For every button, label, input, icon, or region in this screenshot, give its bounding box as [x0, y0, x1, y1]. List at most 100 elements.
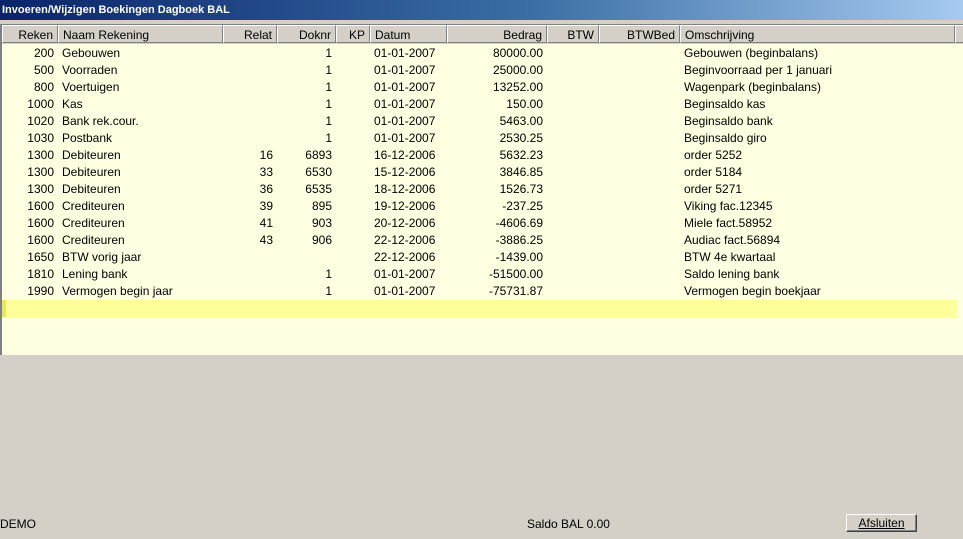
cell-btwbed[interactable] [599, 232, 680, 249]
cell-btwbed[interactable] [599, 130, 680, 147]
cell-bedrag[interactable]: 1526.73 [447, 181, 547, 198]
cell-omschrijving[interactable]: order 5271 [680, 181, 955, 198]
table-row[interactable]: 800 Voertuigen 1 01-01-2007 13252.00 Wagenpar… [2, 79, 963, 96]
cell-reken[interactable]: 1000 [2, 96, 58, 113]
cell-bedrag[interactable]: 25000.00 [447, 62, 547, 79]
cell-doknr[interactable]: 1 [277, 45, 336, 62]
cell-relat[interactable]: 36 [223, 181, 277, 198]
cell-btwbed[interactable] [599, 283, 680, 300]
cell-btwbed[interactable] [599, 79, 680, 96]
cell-kp[interactable] [336, 96, 370, 113]
cell-kp[interactable] [336, 62, 370, 79]
table-row[interactable]: 1600 Crediteuren 39 895 19-12-2006 -237.25 Vik… [2, 198, 963, 215]
cell-kp[interactable] [336, 283, 370, 300]
cell-datum[interactable]: 20-12-2006 [370, 215, 447, 232]
cell-naam-rekening[interactable]: BTW vorig jaar [58, 249, 223, 266]
table-row[interactable]: 500 Voorraden 1 01-01-2007 25000.00 Beginvoor… [2, 62, 963, 79]
cell-bedrag[interactable]: -75731.87 [447, 283, 547, 300]
cell-btw[interactable] [547, 181, 599, 198]
cell-datum[interactable]: 01-01-2007 [370, 45, 447, 62]
cell-reken[interactable]: 200 [2, 45, 58, 62]
cell-relat[interactable]: 33 [223, 164, 277, 181]
bookings-grid[interactable]: Reken Naam Rekening Relat Doknr KP Datum Bedra… [0, 24, 963, 355]
cell-btwbed[interactable] [599, 62, 680, 79]
cell-kp[interactable] [336, 249, 370, 266]
table-row[interactable]: 1300 Debiteuren 33 6530 15-12-2006 3846.85 ord… [2, 164, 963, 181]
cell-btw[interactable] [547, 164, 599, 181]
cell-reken[interactable]: 1600 [2, 232, 58, 249]
cell-btwbed[interactable] [599, 249, 680, 266]
table-row[interactable]: 1990 Vermogen begin jaar 1 01-01-2007 -75731… [2, 283, 963, 300]
cell-omschrijving[interactable]: order 5252 [680, 147, 955, 164]
cell-relat[interactable] [223, 249, 277, 266]
cell-kp[interactable] [336, 181, 370, 198]
cell-doknr[interactable]: 6530 [277, 164, 336, 181]
cell-doknr[interactable] [277, 249, 336, 266]
cell-doknr[interactable]: 6535 [277, 181, 336, 198]
cell-btw[interactable] [547, 266, 599, 283]
cell-relat[interactable]: 39 [223, 198, 277, 215]
cell-doknr[interactable]: 1 [277, 79, 336, 96]
cell-btwbed[interactable] [599, 164, 680, 181]
cell-btw[interactable] [547, 249, 599, 266]
cell-relat[interactable]: 16 [223, 147, 277, 164]
table-row[interactable]: 1810 Lening bank 1 01-01-2007 -51500.00 Saldo… [2, 266, 963, 283]
cell-relat[interactable] [223, 79, 277, 96]
cell-btw[interactable] [547, 147, 599, 164]
cell-btw[interactable] [547, 79, 599, 96]
cell-relat[interactable] [223, 266, 277, 283]
cell-relat[interactable]: 41 [223, 215, 277, 232]
cell-naam-rekening[interactable]: Crediteuren [58, 198, 223, 215]
cell-reken[interactable]: 1300 [2, 164, 58, 181]
cell-relat[interactable] [223, 113, 277, 130]
column-header-btwbed[interactable]: BTWBed [599, 25, 680, 43]
cell-omschrijving[interactable]: Beginsaldo bank [680, 113, 955, 130]
cell-omschrijving[interactable]: Wagenpark (beginbalans) [680, 79, 955, 96]
cell-doknr[interactable]: 1 [277, 62, 336, 79]
new-entry-row[interactable] [2, 300, 957, 317]
cell-reken[interactable]: 1990 [2, 283, 58, 300]
cell-bedrag[interactable]: 2530.25 [447, 130, 547, 147]
table-row[interactable]: 1020 Bank rek.cour. 1 01-01-2007 5463.00 Begi… [2, 113, 963, 130]
cell-naam-rekening[interactable]: Gebouwen [58, 45, 223, 62]
cell-omschrijving[interactable]: Beginvoorraad per 1 januari [680, 62, 955, 79]
cell-reken[interactable]: 1600 [2, 215, 58, 232]
cell-kp[interactable] [336, 215, 370, 232]
cell-bedrag[interactable]: 13252.00 [447, 79, 547, 96]
cell-kp[interactable] [336, 79, 370, 96]
cell-btwbed[interactable] [599, 113, 680, 130]
cell-datum[interactable]: 01-01-2007 [370, 96, 447, 113]
cell-omschrijving[interactable]: order 5184 [680, 164, 955, 181]
cell-reken[interactable]: 1600 [2, 198, 58, 215]
cell-doknr[interactable]: 1 [277, 96, 336, 113]
cell-doknr[interactable]: 1 [277, 130, 336, 147]
cell-bedrag[interactable]: -1439.00 [447, 249, 547, 266]
cell-omschrijving[interactable]: Viking fac.12345 [680, 198, 955, 215]
cell-naam-rekening[interactable]: Debiteuren [58, 181, 223, 198]
cell-bedrag[interactable]: -4606.69 [447, 215, 547, 232]
cell-bedrag[interactable]: -3886.25 [447, 232, 547, 249]
cell-reken[interactable]: 1020 [2, 113, 58, 130]
column-header-datum[interactable]: Datum [370, 25, 447, 43]
cell-doknr[interactable]: 6893 [277, 147, 336, 164]
cell-datum[interactable]: 22-12-2006 [370, 232, 447, 249]
cell-doknr[interactable]: 895 [277, 198, 336, 215]
cell-bedrag[interactable]: 5463.00 [447, 113, 547, 130]
cell-datum[interactable]: 19-12-2006 [370, 198, 447, 215]
cell-omschrijving[interactable]: BTW 4e kwartaal [680, 249, 955, 266]
column-header-btw[interactable]: BTW [547, 25, 599, 43]
cell-doknr[interactable]: 906 [277, 232, 336, 249]
cell-reken[interactable]: 1300 [2, 181, 58, 198]
cell-btwbed[interactable] [599, 45, 680, 62]
cell-btw[interactable] [547, 62, 599, 79]
cell-naam-rekening[interactable]: Bank rek.cour. [58, 113, 223, 130]
cell-relat[interactable] [223, 130, 277, 147]
cell-reken[interactable]: 1030 [2, 130, 58, 147]
cell-btwbed[interactable] [599, 147, 680, 164]
cell-omschrijving[interactable]: Gebouwen (beginbalans) [680, 45, 955, 62]
cell-reken[interactable]: 500 [2, 62, 58, 79]
cell-relat[interactable] [223, 45, 277, 62]
cell-omschrijving[interactable]: Beginsaldo kas [680, 96, 955, 113]
cell-omschrijving[interactable]: Miele fact.58952 [680, 215, 955, 232]
cell-doknr[interactable]: 1 [277, 283, 336, 300]
